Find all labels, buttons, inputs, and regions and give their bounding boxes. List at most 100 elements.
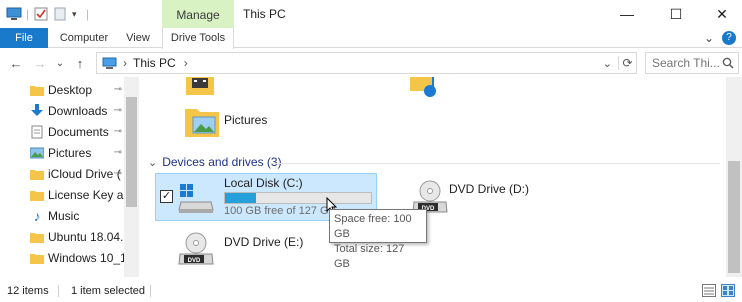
pin-icon[interactable]: ⊸	[114, 84, 122, 95]
customize-dropdown-icon[interactable]: ▾	[72, 6, 77, 22]
sidebar-item-label: Desktop	[48, 82, 93, 97]
sidebar-item-music[interactable]: ♪ Music	[0, 205, 124, 226]
pin-icon[interactable]: ⊸	[114, 126, 122, 137]
sidebar-item-icloud-drive[interactable]: iCloud Drive ( ⊸	[0, 163, 124, 184]
status-bar: 12 items 1 item selected	[0, 280, 742, 302]
tab-view[interactable]: View	[120, 28, 156, 48]
sidebar-item-label: License Key and	[48, 187, 124, 202]
sidebar-item-pictures[interactable]: Pictures ⊸	[0, 142, 124, 163]
title-bar: | ▾ | Manage This PC — ☐ ✕	[0, 0, 742, 28]
music-note-icon: ♪	[33, 207, 41, 224]
sidebar-item-label: Downloads	[48, 103, 108, 118]
large-icons-view-icon[interactable]	[721, 284, 735, 300]
recent-locations-button[interactable]: ⌄	[52, 55, 68, 71]
folder-icon	[29, 187, 45, 203]
ribbon-tabs: File Computer View Drive Tools ⌄ ?	[0, 28, 742, 49]
sidebar-item-windows10[interactable]: Windows 10_190	[0, 247, 124, 268]
download-arrow-icon	[29, 103, 45, 119]
sidebar-item-license-key[interactable]: License Key and	[0, 184, 124, 205]
sidebar-item-ubuntu[interactable]: Ubuntu 18.04.pvi	[0, 226, 124, 247]
content-scrollbar-thumb[interactable]	[728, 161, 740, 273]
manage-contextual-tab[interactable]: Manage	[162, 0, 234, 28]
close-button[interactable]: ✕	[699, 0, 742, 28]
sidebar-item-label: Music	[48, 208, 80, 223]
collapse-ribbon-icon[interactable]: ⌄	[704, 31, 714, 45]
folder-label-pictures[interactable]: Pictures	[224, 113, 267, 127]
folder-icon	[29, 250, 45, 266]
pin-icon[interactable]: ⊸	[114, 105, 122, 116]
videos-folder-icon[interactable]	[186, 77, 214, 98]
documents-icon	[29, 124, 45, 140]
dvd-badge-e: DVD	[188, 258, 201, 264]
this-pc-icon	[102, 57, 117, 70]
sidebar-item-label: iCloud Drive (	[48, 166, 121, 181]
breadcrumb-separator[interactable]: ›	[184, 56, 188, 70]
tab-drive-tools[interactable]: Drive Tools	[162, 28, 234, 49]
status-selection: 1 item selected	[71, 285, 145, 297]
minimize-button[interactable]: —	[604, 0, 650, 28]
search-icon[interactable]	[722, 57, 734, 69]
drive-free-text-c: 100 GB free of 127 GB	[224, 205, 336, 217]
sidebar-item-documents[interactable]: Documents ⊸	[0, 121, 124, 142]
drive-name-d[interactable]: DVD Drive (D:)	[449, 182, 529, 196]
disk-usage-bar-c	[224, 192, 372, 204]
group-header-devices[interactable]: ⌄ Devices and drives (3)	[148, 155, 282, 169]
properties-checkmark-icon[interactable]	[34, 6, 48, 22]
drive-info-tooltip: Space free: 100 GB Total size: 127 GB	[329, 209, 427, 270]
tab-computer[interactable]: Computer	[56, 28, 112, 48]
new-folder-icon[interactable]	[54, 6, 66, 22]
sidebar-item-label: Pictures	[48, 145, 92, 160]
sidebar-item-desktop[interactable]: Desktop ⊸	[0, 79, 124, 100]
help-glyph: ?	[726, 32, 732, 43]
selection-checkbox[interactable]: ✓	[160, 190, 173, 203]
maximize-button[interactable]: ☐	[653, 0, 699, 28]
window-title: This PC	[243, 7, 286, 21]
drive-name-c: Local Disk (C:)	[224, 176, 303, 190]
folder-icon	[29, 82, 45, 98]
local-disk-icon	[178, 182, 214, 217]
group-divider	[272, 163, 720, 164]
folder-icon	[29, 229, 45, 245]
tooltip-total-size: Total size: 127 GB	[334, 243, 405, 270]
forward-button[interactable]: →	[32, 55, 48, 71]
sidebar-scrollbar[interactable]	[124, 77, 139, 277]
sidebar-item-downloads[interactable]: Downloads ⊸	[0, 100, 124, 121]
dvd-drive-icon[interactable]: DVD	[178, 232, 214, 269]
disk-usage-fill-c	[225, 193, 256, 203]
music-folder-icon[interactable]	[408, 77, 438, 102]
group-header-label: Devices and drives (3)	[162, 155, 282, 169]
navigation-bar: ← → ⌄ ↑ › This PC › ⌄ ⟳	[0, 49, 742, 77]
sidebar-item-label: Documents	[48, 124, 109, 139]
tab-file[interactable]: File	[0, 28, 48, 48]
address-dropdown-icon[interactable]: ⌄	[603, 57, 612, 70]
tooltip-space-free: Space free: 100 GB	[334, 213, 412, 240]
back-button[interactable]: ←	[8, 55, 24, 71]
pictures-folder-icon[interactable]	[185, 105, 219, 140]
computer-icon[interactable]	[6, 6, 22, 22]
content-pane: Pictures ⌄ Devices and drives (3) ✓ Loca…	[140, 77, 726, 277]
pictures-icon	[29, 145, 45, 161]
status-separator	[150, 285, 151, 297]
details-view-icon[interactable]	[702, 284, 716, 300]
folder-icon	[29, 166, 45, 182]
help-icon[interactable]: ?	[722, 31, 736, 45]
pin-icon[interactable]: ⊸	[114, 168, 122, 179]
address-bar[interactable]: › This PC › ⌄ ⟳	[96, 52, 637, 74]
pin-icon[interactable]: ⊸	[114, 147, 122, 158]
sidebar-item-label: Ubuntu 18.04.pvi	[48, 229, 124, 244]
navigation-pane: Desktop ⊸ Downloads ⊸ Documents ⊸ Pictur…	[0, 77, 140, 277]
collapse-chevron-icon[interactable]: ⌄	[148, 156, 157, 169]
status-item-count: 12 items	[7, 285, 49, 297]
status-separator	[58, 285, 59, 297]
search-input[interactable]	[652, 56, 720, 70]
breadcrumb-this-pc[interactable]: This PC	[133, 56, 176, 70]
up-button[interactable]: ↑	[72, 55, 88, 71]
content-scrollbar[interactable]	[726, 77, 742, 277]
drive-name-e[interactable]: DVD Drive (E:)	[224, 235, 303, 249]
sidebar-item-label: Windows 10_190	[48, 250, 124, 265]
breadcrumb-separator: ›	[123, 56, 127, 70]
sidebar-scrollbar-thumb[interactable]	[126, 97, 137, 207]
toolbar-separator: |	[86, 7, 90, 21]
refresh-icon[interactable]: ⟳	[618, 56, 636, 70]
search-box[interactable]	[645, 52, 739, 74]
